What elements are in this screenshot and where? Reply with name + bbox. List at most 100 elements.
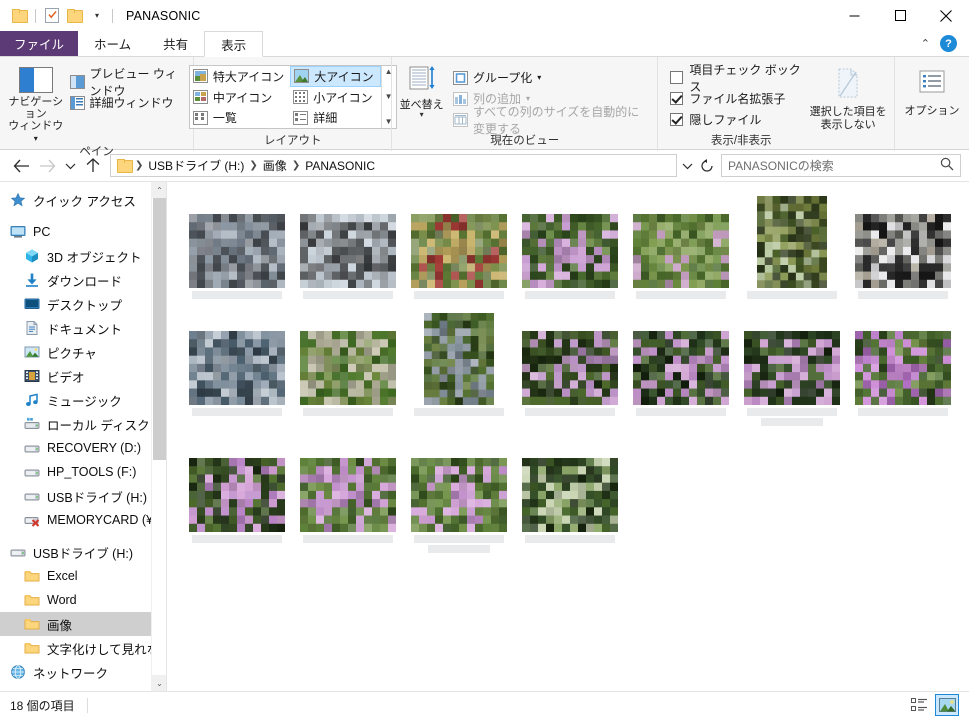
- properties-icon[interactable]: [41, 5, 63, 27]
- sidebar-item-item-21[interactable]: ネットワーク: [0, 660, 166, 684]
- file-thumbnail[interactable]: [410, 190, 507, 288]
- sidebar-item-3d-[interactable]: 3D オブジェクト: [0, 244, 166, 268]
- tab-home[interactable]: ホーム: [78, 31, 147, 56]
- sidebar-item-item-7[interactable]: ピクチャ: [0, 340, 166, 364]
- help-icon[interactable]: ?: [940, 35, 957, 52]
- file-thumbnail[interactable]: [299, 307, 396, 405]
- file-thumbnail[interactable]: [299, 190, 396, 288]
- file-name-extensions-checkbox[interactable]: ファイル名拡張子: [670, 88, 808, 109]
- file-item[interactable]: [736, 190, 847, 299]
- file-item[interactable]: [847, 190, 958, 299]
- file-item[interactable]: [403, 307, 514, 426]
- breadcrumb-separator[interactable]: ❯: [248, 160, 258, 171]
- search-icon[interactable]: [940, 157, 954, 174]
- file-item[interactable]: [514, 190, 625, 299]
- file-item[interactable]: [403, 190, 514, 299]
- file-item[interactable]: [514, 434, 625, 553]
- tab-share[interactable]: 共有: [147, 31, 204, 56]
- file-thumbnail[interactable]: [632, 307, 729, 405]
- breadcrumb-item-1[interactable]: 画像: [259, 157, 291, 174]
- file-item[interactable]: [292, 434, 403, 553]
- tab-file[interactable]: ファイル: [0, 31, 79, 56]
- sidebar-item-usb-h-[interactable]: USBドライブ (H:): [0, 540, 166, 564]
- file-item[interactable]: [181, 190, 292, 299]
- breadcrumb-separator[interactable]: ❯: [291, 160, 301, 171]
- sidebar-item-hp-tools-f-[interactable]: HP_TOOLS (F:): [0, 460, 166, 484]
- chevron-down-icon[interactable]: ▾: [85, 5, 107, 27]
- file-item[interactable]: [292, 307, 403, 426]
- search-input[interactable]: PANASONICの検索: [721, 154, 961, 177]
- minimize-button[interactable]: [831, 0, 877, 31]
- layout-large-icons[interactable]: 大アイコン: [290, 66, 381, 87]
- preview-pane-button[interactable]: プレビュー ウィンドウ: [66, 67, 188, 98]
- new-folder-icon[interactable]: [63, 5, 85, 27]
- file-thumbnail[interactable]: [521, 190, 618, 288]
- file-item[interactable]: [625, 190, 736, 299]
- tab-view[interactable]: 表示: [204, 31, 264, 57]
- file-thumbnail[interactable]: [188, 307, 285, 405]
- file-thumbnail[interactable]: [423, 307, 494, 405]
- file-thumbnail[interactable]: [854, 307, 951, 405]
- large-icons-view-button[interactable]: [935, 694, 959, 716]
- sidebar-item-word[interactable]: Word: [0, 588, 166, 612]
- chevron-down-icon[interactable]: ▾: [537, 73, 541, 82]
- file-thumbnail[interactable]: [188, 434, 285, 532]
- breadcrumb[interactable]: ❯ USBドライブ (H:) ❯ 画像 ❯ PANASONIC: [110, 154, 677, 177]
- sort-by-button[interactable]: 並べ替え ▾: [398, 63, 445, 119]
- sidebar-item--c-[interactable]: ローカル ディスク (C:): [0, 412, 166, 436]
- hidden-items-checkbox[interactable]: 隠しファイル: [670, 109, 808, 130]
- file-item[interactable]: [181, 434, 292, 553]
- options-button[interactable]: オプション: [901, 63, 963, 118]
- breadcrumb-item-2[interactable]: PANASONIC: [301, 159, 379, 173]
- address-dropdown-button[interactable]: [677, 153, 697, 179]
- sidebar-item-item-5[interactable]: デスクトップ: [0, 292, 166, 316]
- layout-medium-icons[interactable]: 中アイコン: [190, 87, 290, 108]
- sidebar-item-usb-h-[interactable]: USBドライブ (H:): [0, 484, 166, 508]
- sort-chevron-down-icon[interactable]: ▾: [420, 111, 424, 119]
- sidebar-item-item-9[interactable]: ミュージック: [0, 388, 166, 412]
- sidebar-item-excel[interactable]: Excel: [0, 564, 166, 588]
- file-list-view[interactable]: [167, 182, 969, 691]
- details-pane-button[interactable]: 詳細ウィンドウ: [66, 92, 188, 113]
- sidebar-item-item-6[interactable]: ドキュメント: [0, 316, 166, 340]
- file-thumbnail[interactable]: [188, 190, 285, 288]
- scroll-down-arrow-icon[interactable]: ⌄: [152, 675, 166, 691]
- chevron-down-icon[interactable]: ▾: [34, 134, 38, 143]
- file-thumbnail[interactable]: [756, 190, 827, 288]
- file-thumbnail[interactable]: [743, 307, 840, 405]
- details-view-button[interactable]: [907, 694, 931, 716]
- sidebar-item-item-8[interactable]: ビデオ: [0, 364, 166, 388]
- layout-extra-large-icons[interactable]: 特大アイコン: [190, 66, 290, 87]
- refresh-button[interactable]: [697, 153, 717, 179]
- breadcrumb-separator[interactable]: ❯: [134, 160, 144, 171]
- file-item[interactable]: [847, 307, 958, 426]
- file-thumbnail[interactable]: [632, 190, 729, 288]
- sidebar-item-item-19[interactable]: 画像: [0, 612, 166, 636]
- file-thumbnail[interactable]: [521, 307, 618, 405]
- file-item[interactable]: [181, 307, 292, 426]
- file-item[interactable]: [514, 307, 625, 426]
- sidebar-item-item-4[interactable]: ダウンロード: [0, 268, 166, 292]
- navigation-pane-button[interactable]: ナビゲーション ウィンドウ ▾: [6, 63, 66, 145]
- sidebar-item-recovery-d-[interactable]: RECOVERY (D:): [0, 436, 166, 460]
- sidebar-item-pc[interactable]: PC: [0, 220, 166, 244]
- qat-folder-icon[interactable]: [8, 5, 30, 27]
- size-all-columns-button[interactable]: すべての列のサイズを自動的に変更する: [449, 105, 651, 136]
- layout-small-icons[interactable]: 小アイコン: [290, 87, 380, 108]
- sidebar-item-item-20[interactable]: 文字化けして見れない: [0, 636, 166, 660]
- file-item[interactable]: [403, 434, 514, 553]
- file-item[interactable]: [736, 307, 847, 426]
- file-item[interactable]: [292, 190, 403, 299]
- item-check-boxes-checkbox[interactable]: 項目チェック ボックス: [670, 63, 808, 94]
- chevron-up-icon[interactable]: ⌃: [921, 37, 930, 50]
- scrollbar-thumb[interactable]: [153, 198, 166, 460]
- layout-details[interactable]: 詳細: [290, 107, 380, 128]
- scroll-up-arrow-icon[interactable]: ⌃: [152, 182, 166, 198]
- hide-selected-items-button[interactable]: 選択した項目を 表示しない: [808, 63, 888, 131]
- group-by-button[interactable]: グループ化 ▾: [449, 67, 651, 88]
- file-item[interactable]: [625, 307, 736, 426]
- maximize-button[interactable]: [877, 0, 923, 31]
- sidebar-scrollbar[interactable]: ⌃ ⌄: [151, 182, 166, 691]
- sidebar-item-memorycard-[interactable]: MEMORYCARD (¥¥: [0, 508, 166, 532]
- file-thumbnail[interactable]: [854, 190, 951, 288]
